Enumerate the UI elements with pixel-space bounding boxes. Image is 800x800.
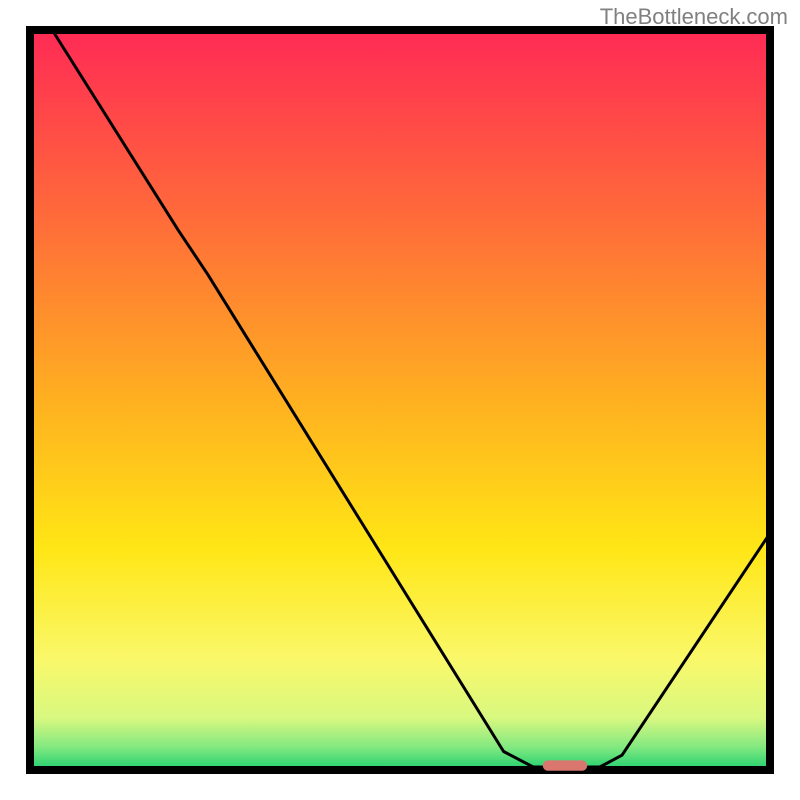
- attribution-label: TheBottleneck.com: [600, 4, 788, 30]
- plot-background: [30, 30, 770, 770]
- optimal-zone-marker: [543, 760, 587, 770]
- bottleneck-chart: [0, 0, 800, 800]
- chart-container: TheBottleneck.com: [0, 0, 800, 800]
